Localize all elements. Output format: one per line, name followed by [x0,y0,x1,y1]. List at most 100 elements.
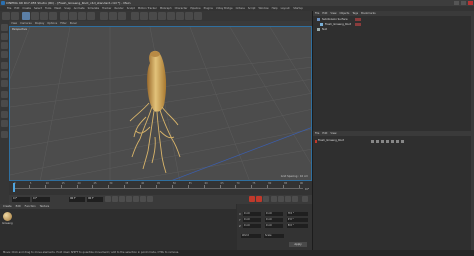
frame-ruler[interactable]: 051015202530354045505560657075808590 [13,182,303,189]
end-frame-field[interactable]: 90 F [69,197,85,202]
animation-icon[interactable] [396,140,399,143]
material-menu-item-edit[interactable]: Edit [16,204,21,209]
layer-menu-item-view[interactable]: View [330,131,336,136]
position-key-icon[interactable] [271,196,277,202]
visibility-flags-icon[interactable] [355,18,361,21]
next-key-icon[interactable] [140,196,146,202]
object-manager-menu-item-view[interactable]: View [330,11,336,16]
solo-icon[interactable] [371,140,374,143]
texture-mode-icon[interactable] [1,42,8,49]
points-mode-icon[interactable] [1,62,8,69]
size-y-field[interactable]: 0 cm [265,218,283,222]
object-row[interactable]: Subdivision Surface [315,18,465,22]
deformer-icon[interactable] [167,12,175,20]
scale-key-icon[interactable] [278,196,284,202]
coordinate-mode-dropdown[interactable]: World [241,234,261,238]
minimize-button[interactable] [454,1,459,5]
apply-button[interactable]: Apply [289,242,307,247]
record-active-objects-icon[interactable] [249,196,255,202]
coordinate-system-icon[interactable] [87,12,95,20]
layer-color-swatch[interactable] [315,140,317,143]
snap-icon[interactable] [1,111,8,118]
size-z-field[interactable]: 0 cm [265,224,283,228]
layer-menu-item-edit[interactable]: Edit [322,131,327,136]
maximize-button[interactable] [461,1,466,5]
scale-icon[interactable] [40,12,48,20]
render-icon[interactable] [381,140,384,143]
material-menu-item-function[interactable]: Function [25,204,36,209]
workplane-icon[interactable] [1,51,8,58]
make-editable-icon[interactable] [1,24,8,31]
material-preview[interactable] [3,212,12,221]
close-button[interactable] [468,1,473,5]
object-manager-menu-item-tags[interactable]: Tags [352,11,358,16]
y-axis-icon[interactable] [69,12,77,20]
z-axis-icon[interactable] [78,12,86,20]
live-selection-icon[interactable] [22,12,30,20]
floor-icon[interactable] [176,12,184,20]
rotation-h-field[interactable]: H 0 ° [287,212,308,216]
max-frame-field[interactable]: 90 F [87,197,103,202]
x-axis-icon[interactable] [60,12,68,20]
manager-icon[interactable] [386,140,389,143]
array-icon[interactable] [158,12,166,20]
play-icon[interactable] [126,196,132,202]
planar-workplane-icon[interactable] [1,131,8,138]
layer-menu-item-file[interactable]: File [315,131,319,136]
lock-workplane-icon[interactable] [1,120,8,127]
object-manager-menu-item-file[interactable]: File [315,11,319,16]
previous-frame-icon[interactable] [119,196,125,202]
parameter-key-icon[interactable] [292,196,298,202]
autokeying-icon[interactable] [256,196,262,202]
material-menu-item-create[interactable]: Create [3,204,12,209]
layer-toggles [371,140,411,143]
move-icon[interactable] [31,12,39,20]
keyframe-selection-icon[interactable] [263,196,269,202]
playhead[interactable] [13,183,15,192]
start-frame-field[interactable]: 0 F [12,197,30,202]
view-icon[interactable] [376,140,379,143]
subdivision-icon[interactable] [149,12,157,20]
light-icon[interactable] [194,12,202,20]
render-settings-icon[interactable] [118,12,126,20]
polygons-mode-icon[interactable] [1,80,8,87]
perspective-viewport[interactable]: Perspective Grid Spacing: 10 cm [9,26,312,181]
object-row[interactable]: Fresh_Ginseng_Root [315,23,465,27]
position-z-field[interactable]: 0 cm [243,224,261,228]
camera-icon[interactable] [185,12,193,20]
rotation-p-field[interactable]: P 0 ° [287,218,308,222]
model-mode-icon[interactable] [1,33,8,40]
tweak-mode-icon[interactable] [1,100,8,107]
object-manager-menu-item-edit[interactable]: Edit [322,11,327,16]
render-picture-viewer-icon[interactable] [109,12,117,20]
size-mode-dropdown[interactable]: Scale [264,234,284,238]
material-tag-icon[interactable] [355,23,361,26]
pen-icon[interactable] [140,12,148,20]
rotation-b-field[interactable]: B 0 ° [287,224,308,228]
size-x-field[interactable]: 0 cm [265,212,283,216]
edges-mode-icon[interactable] [1,71,8,78]
go-to-start-icon[interactable] [105,196,111,202]
previous-key-icon[interactable] [112,196,118,202]
material-menu-item-texture[interactable]: Texture [40,204,50,209]
undo-icon[interactable] [2,12,10,20]
axis-mode-icon[interactable] [1,91,8,98]
rotation-key-icon[interactable] [285,196,291,202]
position-y-field[interactable]: 0 cm [243,218,261,222]
next-frame-icon[interactable] [133,196,139,202]
cube-icon[interactable] [131,12,139,20]
position-x-field[interactable]: 0 cm [243,212,261,216]
rotate-icon[interactable] [49,12,57,20]
timeline-ruler[interactable]: 051015202530354045505560657075808590 0 F [9,181,312,195]
render-view-icon[interactable] [100,12,108,20]
locked-icon[interactable] [391,140,394,143]
timeline-settings-icon[interactable] [302,196,308,202]
object-row[interactable]: Null [315,28,465,32]
generators-icon[interactable] [401,140,404,143]
redo-icon[interactable] [11,12,19,20]
layer-name[interactable]: Fresh_Ginseng_Root [318,139,344,142]
object-manager-menu-item-objects[interactable]: Objects [340,11,350,16]
current-frame-field[interactable]: 0 F [32,197,50,202]
go-to-end-icon[interactable] [147,196,153,202]
object-manager-menu-item-bookmarks[interactable]: Bookmarks [361,11,376,16]
